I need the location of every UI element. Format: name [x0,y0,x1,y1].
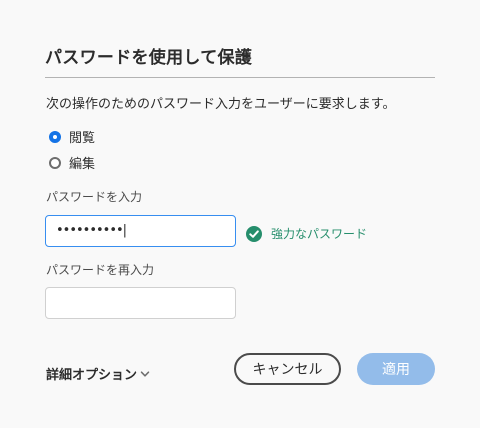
advanced-options-label: 詳細オプション [46,368,138,383]
confirm-password-label: パスワードを再入力 [46,263,155,277]
apply-button[interactable]: 適用 [357,353,435,385]
dialog-description: 次の操作のためのパスワード入力をユーザーに要求します。 [46,97,396,112]
radio-option-view[interactable]: 閲覧 [49,127,95,146]
advanced-options-toggle[interactable]: 詳細オプション [46,364,150,383]
password-input[interactable]: ••••••••••| [45,215,236,247]
password-strength-text: 強力なパスワード [271,227,368,241]
radio-label-view: 閲覧 [69,131,96,146]
radio-label-edit: 編集 [69,157,96,172]
password-strength-indicator: 強力なパスワード [246,225,367,242]
password-label: パスワードを入力 [46,190,143,204]
confirm-password-input[interactable] [45,287,236,319]
radio-option-edit[interactable]: 編集 [49,153,95,172]
radio-button-unchecked[interactable] [49,156,61,169]
check-circle-icon [246,225,262,242]
chevron-down-icon [140,370,150,377]
dialog-title: パスワードを使用して保護 [45,48,253,68]
radio-button-checked[interactable] [49,130,61,143]
cancel-button[interactable]: キャンセル [234,353,341,385]
title-divider [45,77,435,78]
